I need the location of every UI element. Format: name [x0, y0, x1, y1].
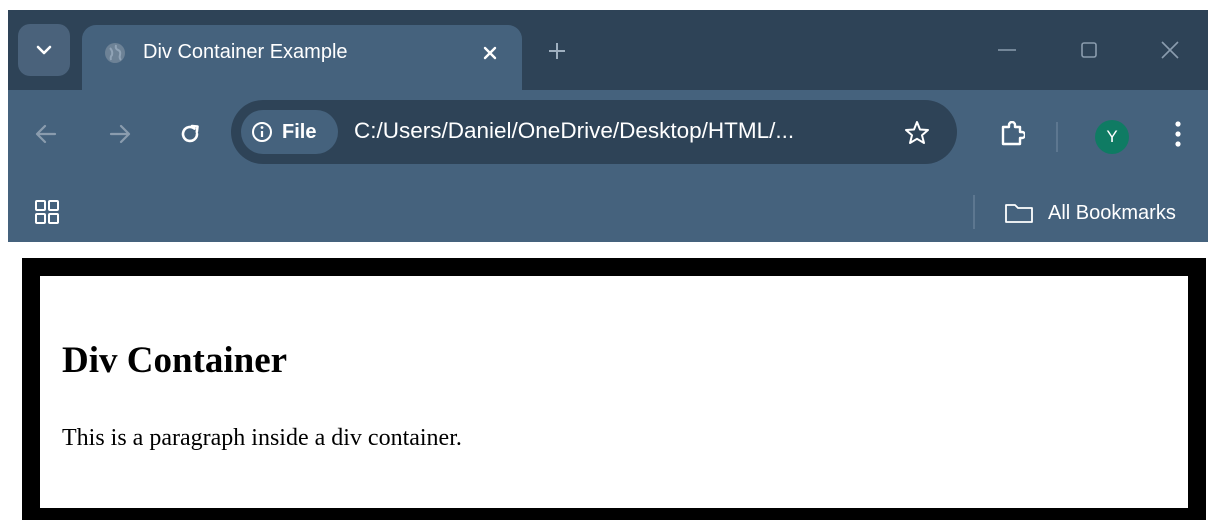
page-paragraph: This is a paragraph inside a div contain… [62, 425, 462, 451]
all-bookmarks-label: All Bookmarks [1048, 201, 1176, 224]
active-tab[interactable]: Div Container Example [82, 25, 522, 90]
address-bar[interactable]: File C:/Users/Daniel/OneDrive/Desktop/HT… [231, 100, 957, 164]
arrow-right-icon [109, 124, 131, 144]
info-icon [252, 122, 272, 142]
chevron-down-icon [36, 45, 52, 55]
tab-search-button[interactable] [18, 24, 70, 76]
arrow-left-icon [35, 124, 57, 144]
back-button[interactable] [26, 114, 66, 154]
toolbar-divider [1056, 122, 1058, 152]
forward-button[interactable] [100, 114, 140, 154]
new-tab-button[interactable] [542, 36, 572, 66]
maximize-icon [1081, 42, 1097, 58]
div-container: Div Container This is a paragraph inside… [22, 258, 1206, 520]
tab-close-button[interactable] [475, 38, 505, 68]
extensions-button[interactable] [992, 114, 1032, 154]
globe-icon [105, 43, 125, 63]
apps-button[interactable] [30, 195, 64, 229]
minimize-icon [998, 49, 1016, 51]
star-icon [905, 121, 929, 144]
bookmark-star-button[interactable] [897, 113, 937, 153]
folder-icon [1005, 204, 1033, 223]
maximize-button[interactable] [1071, 34, 1107, 66]
browser-window: Div Container Example File C:/Users/Dani… [8, 10, 1208, 242]
minimize-button[interactable] [989, 34, 1025, 66]
apps-grid-icon [35, 200, 59, 224]
tab-strip: Div Container Example [8, 10, 1208, 90]
reload-button[interactable] [170, 114, 210, 154]
close-icon [483, 46, 497, 60]
site-info-label: File [282, 120, 317, 143]
page-heading: Div Container [62, 340, 288, 381]
plus-icon [549, 43, 565, 59]
window-close-button[interactable] [1152, 34, 1188, 66]
puzzle-icon [1001, 121, 1025, 146]
reload-icon [181, 124, 199, 143]
url-text[interactable]: C:/Users/Daniel/OneDrive/Desktop/HTML/..… [354, 118, 794, 144]
browser-toolbar: File C:/Users/Daniel/OneDrive/Desktop/HT… [8, 90, 1208, 242]
close-icon [1161, 41, 1179, 59]
profile-avatar[interactable]: Y [1095, 120, 1129, 154]
tab-title: Div Container Example [143, 41, 348, 63]
all-bookmarks-button[interactable]: All Bookmarks [1004, 198, 1176, 228]
kebab-menu-icon [1175, 121, 1181, 147]
site-info-chip[interactable]: File [241, 110, 338, 154]
bookmarks-divider [973, 195, 975, 229]
browser-menu-button[interactable] [1163, 114, 1193, 154]
